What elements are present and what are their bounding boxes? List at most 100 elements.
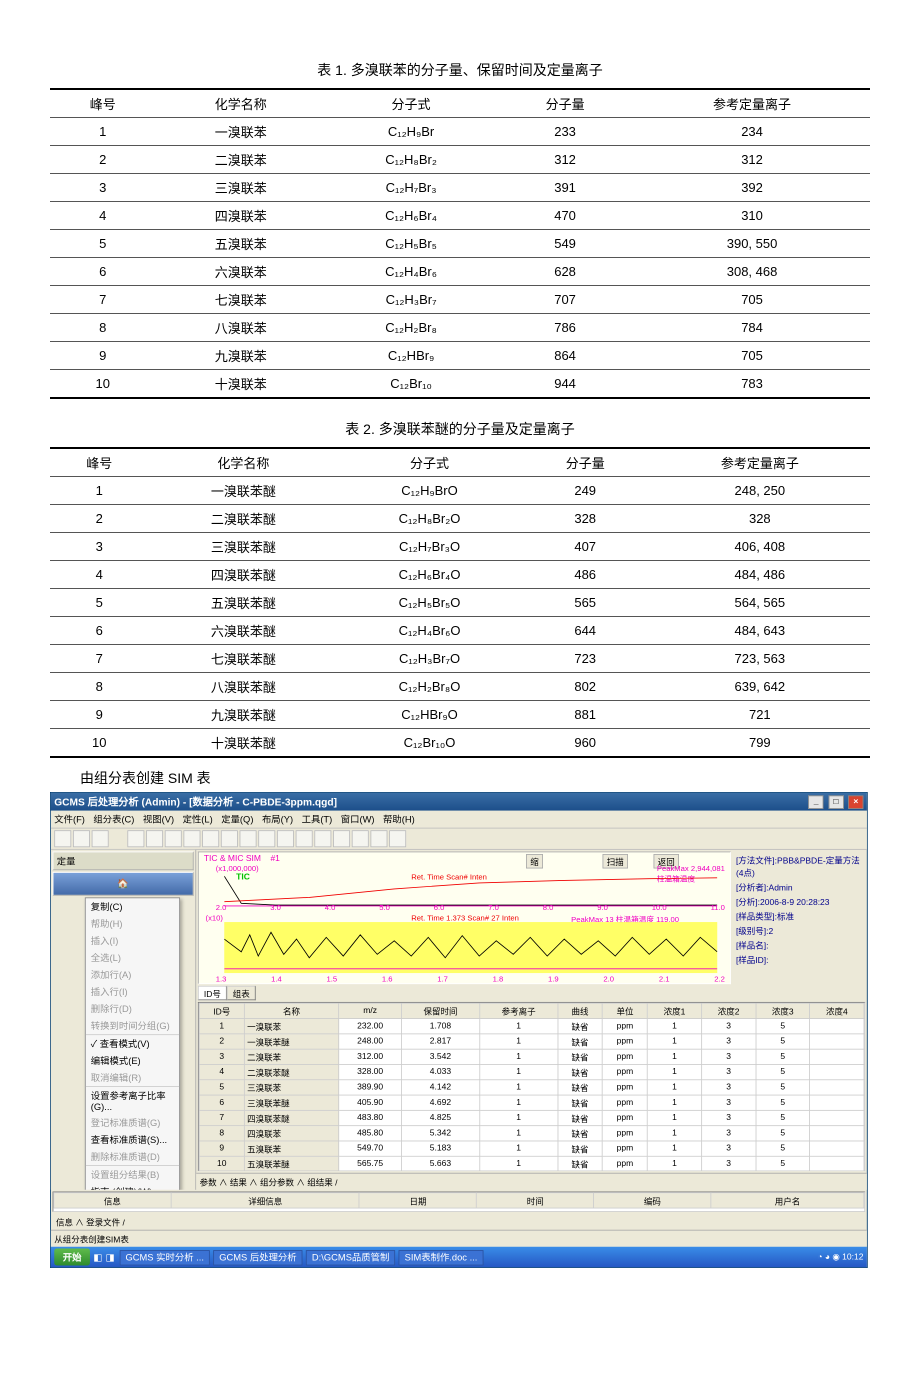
menu-item[interactable]: 文件(F) (54, 815, 85, 825)
toolbar-btn[interactable] (296, 830, 313, 847)
context-menu-item[interactable]: 指南 (创建)(W)... (86, 1183, 180, 1190)
grid-header[interactable]: 参考离子 (479, 1003, 557, 1018)
table-row: 10十溴联苯醚C₁₂Br₁₀O960799 (50, 729, 870, 758)
log-tabs[interactable]: 信息 ∧ 登录文件 / (51, 1214, 867, 1230)
compound-grid[interactable]: ID号名称m/z保留时间参考离子曲线单位浓度1浓度2浓度3浓度4 1一溴联苯23… (198, 1002, 865, 1171)
context-menu-item[interactable]: 删除标准质谱(D) (86, 1148, 180, 1166)
grid-header[interactable]: 浓度4 (810, 1003, 864, 1018)
toolbar-btn[interactable] (92, 830, 109, 847)
menu-item[interactable]: 定量(Q) (221, 815, 253, 825)
table2-title: 表 2. 多溴联苯醚的分子量及定量离子 (50, 419, 870, 439)
grid-header[interactable]: 名称 (244, 1003, 339, 1018)
taskbar-task[interactable]: D:\GCMS品质管制 (306, 1250, 395, 1265)
table-row: 4四溴联苯C₁₂H₆Br₄470310 (50, 202, 870, 230)
toolbar-btn[interactable] (314, 830, 331, 847)
context-menu-item[interactable]: 添加行(A) (86, 966, 180, 983)
toolbar-btn[interactable] (127, 830, 144, 847)
log-header[interactable]: 时间 (477, 1193, 594, 1208)
chart-toolbar-btn[interactable]: 缩 (526, 854, 543, 868)
grid-header[interactable]: 保留时间 (401, 1003, 479, 1018)
toolbar-btn[interactable] (258, 830, 275, 847)
menu-item[interactable]: 视图(V) (143, 815, 174, 825)
grid-header[interactable]: 单位 (602, 1003, 647, 1018)
context-menu-item[interactable]: 取消编辑(R) (86, 1069, 180, 1087)
context-menu-item[interactable]: 设置组分结果(B) (86, 1166, 180, 1183)
toolbar-btn[interactable] (54, 830, 71, 847)
log-header[interactable]: 详细信息 (171, 1193, 359, 1208)
context-menu-item[interactable]: 删除行(D) (86, 1000, 180, 1017)
toolbar-btn[interactable] (183, 830, 200, 847)
context-menu-item[interactable]: 转换到时间分组(G) (86, 1017, 180, 1035)
sub-ylabel: (x10) (206, 914, 223, 923)
context-menu-item[interactable]: 查看模式(V) (86, 1035, 180, 1052)
menu-item[interactable]: 定性(L) (183, 815, 213, 825)
menu-item[interactable]: 工具(T) (302, 815, 333, 825)
grid-header[interactable]: 浓度1 (647, 1003, 701, 1018)
taskbar-task[interactable]: GCMS 后处理分析 (213, 1250, 302, 1265)
context-menu-item[interactable]: 登记标准质谱(G) (86, 1114, 180, 1131)
menu-item[interactable]: 组分表(C) (93, 815, 134, 825)
grid-header[interactable]: m/z (339, 1003, 401, 1018)
toolbar-btn[interactable] (352, 830, 369, 847)
context-menu-item[interactable]: 插入(I) (86, 932, 180, 949)
taskbar-task[interactable]: SIM表制作.doc ... (399, 1250, 484, 1265)
toolbar-btn[interactable] (389, 830, 406, 847)
quicklaunch-icon[interactable]: ◨ (106, 1251, 115, 1262)
grid-tab-comp[interactable]: 组表 (227, 986, 256, 1000)
toolbar-btn[interactable] (165, 830, 182, 847)
grid-header[interactable]: 曲线 (558, 1003, 603, 1018)
context-menu-item[interactable]: 帮助(H) (86, 915, 180, 932)
table2-h3: 分子量 (521, 448, 650, 477)
menu-item[interactable]: 帮助(H) (383, 815, 415, 825)
table-row: 5五溴联苯C₁₂H₅Br₅549390, 550 (50, 230, 870, 258)
grid-row[interactable]: 3二溴联苯312.003.5421缺省ppm135 (199, 1049, 864, 1064)
grid-row[interactable]: 10五溴联苯醚565.755.6631缺省ppm135 (199, 1156, 864, 1171)
log-header[interactable]: 编码 (594, 1193, 711, 1208)
context-menu-item[interactable]: 全选(L) (86, 949, 180, 966)
log-header[interactable]: 日期 (359, 1193, 476, 1208)
grid-header[interactable]: 浓度2 (701, 1003, 755, 1018)
context-menu-item[interactable]: 插入行(I) (86, 983, 180, 1000)
grid-header[interactable]: 浓度3 (756, 1003, 810, 1018)
quicklaunch-icon[interactable]: ◧ (93, 1251, 102, 1262)
start-button[interactable]: 开始 (54, 1248, 90, 1265)
grid-row[interactable]: 8四溴联苯485.805.3421缺省ppm135 (199, 1126, 864, 1141)
system-tray[interactable]: ◔ ◕ ◉ 10:12 (817, 1252, 863, 1261)
minimize-button[interactable]: _ (808, 795, 823, 809)
grid-tab-id[interactable]: ID号 (198, 986, 227, 1000)
grid-row[interactable]: 2一溴联苯醚248.002.8171缺省ppm135 (199, 1034, 864, 1049)
menu-item[interactable]: 窗口(W) (341, 815, 375, 825)
context-menu-item[interactable]: 编辑模式(E) (86, 1052, 180, 1069)
log-header[interactable]: 信息 (54, 1193, 171, 1208)
close-button[interactable]: × (848, 795, 863, 809)
context-menu-item[interactable]: 设置参考离子比率(G)... (86, 1087, 180, 1114)
toolbar-btn[interactable] (240, 830, 257, 847)
table2-h2: 分子式 (338, 448, 520, 477)
sidebar-big-button[interactable]: 🏠 (53, 872, 194, 896)
quant-button[interactable]: 定量 (53, 852, 194, 871)
toolbar-btn[interactable] (277, 830, 294, 847)
grid-row[interactable]: 4二溴联苯醚328.004.0331缺省ppm135 (199, 1064, 864, 1079)
grid-row[interactable]: 5三溴联苯389.904.1421缺省ppm135 (199, 1080, 864, 1095)
chart-toolbar-btn[interactable]: 扫描 (603, 854, 629, 868)
menu-item[interactable]: 布局(Y) (262, 815, 293, 825)
toolbar-btn[interactable] (73, 830, 90, 847)
toolbar-btn[interactable] (221, 830, 238, 847)
grid-row[interactable]: 6三溴联苯醚405.904.6921缺省ppm135 (199, 1095, 864, 1110)
log-header[interactable]: 用户名 (711, 1193, 864, 1208)
context-menu-item[interactable]: 复制(C) (86, 898, 180, 915)
info-panel: [方法文件]:PBB&PBDE-定量方法(4点)[分析者]:Admin[分析]:… (733, 850, 867, 986)
toolbar-btn[interactable] (370, 830, 387, 847)
grid-row[interactable]: 1一溴联苯232.001.7081缺省ppm135 (199, 1019, 864, 1034)
toolbar-btn[interactable] (202, 830, 219, 847)
toolbar-btn[interactable] (146, 830, 163, 847)
chromatogram-chart[interactable]: TIC & MIC SIM #1 缩 扫描 返回 (x1,000,000) Pe… (198, 852, 731, 985)
maximize-button[interactable]: □ (828, 795, 843, 809)
grid-header[interactable]: ID号 (199, 1003, 244, 1018)
grid-row[interactable]: 7四溴联苯醚483.804.8251缺省ppm135 (199, 1110, 864, 1125)
toolbar-btn[interactable] (333, 830, 350, 847)
grid-bottom-tabs[interactable]: 参数 ∧ 结果 ∧ 组分参数 ∧ 组结果 / (196, 1173, 867, 1190)
context-menu-item[interactable]: 查看标准质谱(S)... (86, 1131, 180, 1148)
grid-row[interactable]: 9五溴联苯549.705.1831缺省ppm135 (199, 1141, 864, 1156)
taskbar-task[interactable]: GCMS 实时分析 ... (120, 1250, 210, 1265)
